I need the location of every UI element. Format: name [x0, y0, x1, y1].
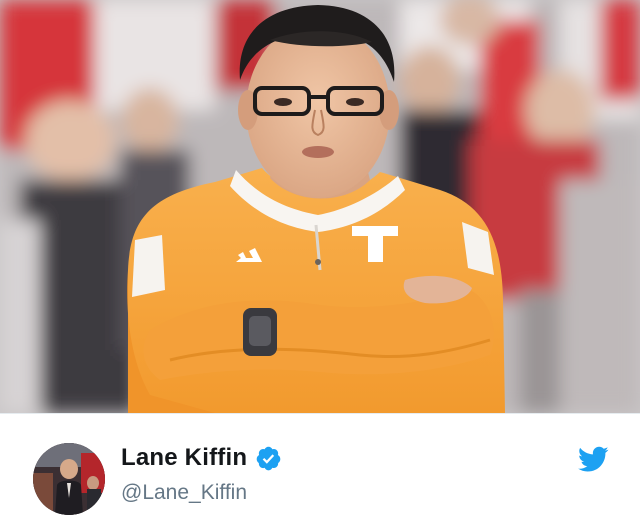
avatar-image — [33, 443, 105, 515]
verified-check-icon — [256, 446, 281, 470]
tweet-card: Lane Kiffin @Lane_Kiffin — [0, 0, 640, 528]
tweet-photo[interactable] — [0, 0, 640, 413]
author-avatar[interactable] — [33, 443, 105, 515]
author-display-name[interactable]: Lane Kiffin — [121, 444, 247, 472]
author-name-line: Lane Kiffin — [121, 444, 282, 472]
author-handle[interactable]: @Lane_Kiffin — [121, 481, 247, 505]
twitter-bird-icon[interactable] — [578, 446, 609, 473]
tweet-author-row: Lane Kiffin @Lane_Kiffin — [0, 414, 640, 528]
photo-illustration — [0, 0, 640, 413]
